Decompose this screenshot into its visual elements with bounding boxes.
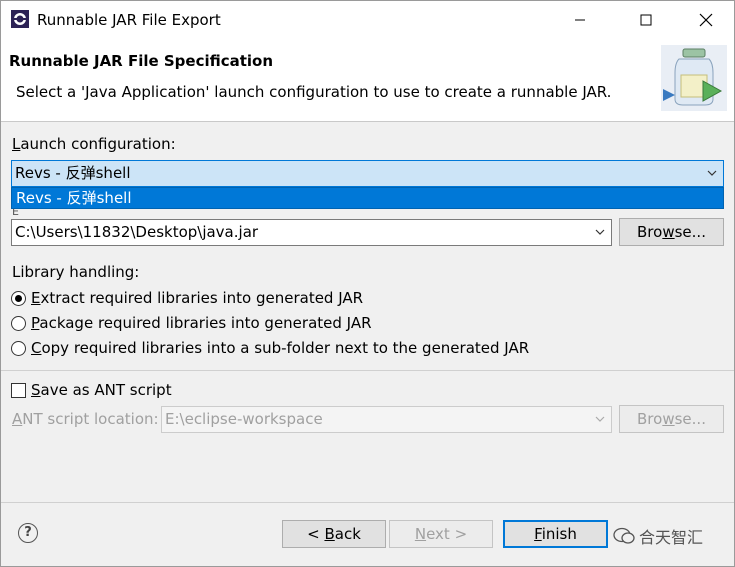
- chevron-down-icon: [707, 170, 717, 176]
- chevron-down-icon: [595, 229, 605, 235]
- ant-script-location-value: E:\eclipse-workspace: [165, 410, 323, 428]
- save-ant-script-checkbox[interactable]: Save as ANT script: [11, 380, 172, 400]
- launch-configuration-dropdown-option[interactable]: Revs - 反弹shell: [11, 187, 724, 209]
- maximize-icon: [640, 14, 652, 26]
- close-button[interactable]: [683, 1, 729, 39]
- radio-selected-icon: [11, 290, 26, 306]
- help-icon[interactable]: ?: [18, 523, 38, 543]
- launch-configuration-value: Revs - 反弹shell: [15, 164, 131, 182]
- ant-script-location-label: ANT script location:: [12, 410, 159, 428]
- export-destination-combo[interactable]: C:\Users\11832\Desktop\java.jar: [11, 219, 612, 246]
- eclipse-icon: [11, 10, 29, 28]
- chevron-down-icon: [595, 416, 605, 422]
- launch-configuration-combo[interactable]: Revs - 反弹shell: [11, 160, 724, 187]
- radio-unselected-icon: [11, 315, 26, 331]
- package-libraries-radio[interactable]: Package required libraries into generate…: [11, 313, 372, 333]
- window-title: Runnable JAR File Export: [37, 11, 221, 29]
- minimize-icon: [575, 19, 585, 21]
- ant-browse-button[interactable]: Browse...: [619, 405, 724, 433]
- footer-divider: [1, 502, 734, 503]
- close-icon: [699, 13, 713, 27]
- wechat-icon: [613, 527, 635, 544]
- launch-configuration-label: Launch configuration:: [12, 135, 176, 153]
- page-title: Runnable JAR File Specification: [9, 52, 274, 70]
- export-dialog: Runnable JAR File Export Runnable JAR Fi…: [0, 0, 735, 567]
- minimize-button[interactable]: [557, 1, 603, 39]
- ant-script-location-combo[interactable]: E:\eclipse-workspace: [161, 406, 612, 433]
- maximize-button[interactable]: [623, 1, 669, 39]
- wizard-banner: Runnable JAR File Specification Select a…: [1, 39, 734, 122]
- divider: [1, 370, 734, 371]
- radio-unselected-icon: [11, 340, 26, 356]
- export-destination-value: C:\Users\11832\Desktop\java.jar: [15, 223, 259, 241]
- checkbox-unchecked-icon: [11, 382, 26, 398]
- extract-libraries-radio[interactable]: Extract required libraries into generate…: [11, 288, 363, 308]
- library-handling-label: Library handling:: [12, 263, 140, 281]
- browse-button[interactable]: Browse...: [619, 218, 724, 246]
- copy-libraries-radio[interactable]: Copy required libraries into a sub-folde…: [11, 338, 529, 358]
- back-button[interactable]: < Back: [282, 520, 386, 548]
- next-button[interactable]: Next >: [389, 520, 493, 548]
- finish-button[interactable]: Finish: [503, 520, 608, 548]
- watermark: 合天智汇: [613, 524, 703, 548]
- jar-export-icon: [661, 45, 727, 111]
- title-bar: Runnable JAR File Export: [1, 1, 734, 39]
- page-description: Select a 'Java Application' launch confi…: [16, 83, 612, 101]
